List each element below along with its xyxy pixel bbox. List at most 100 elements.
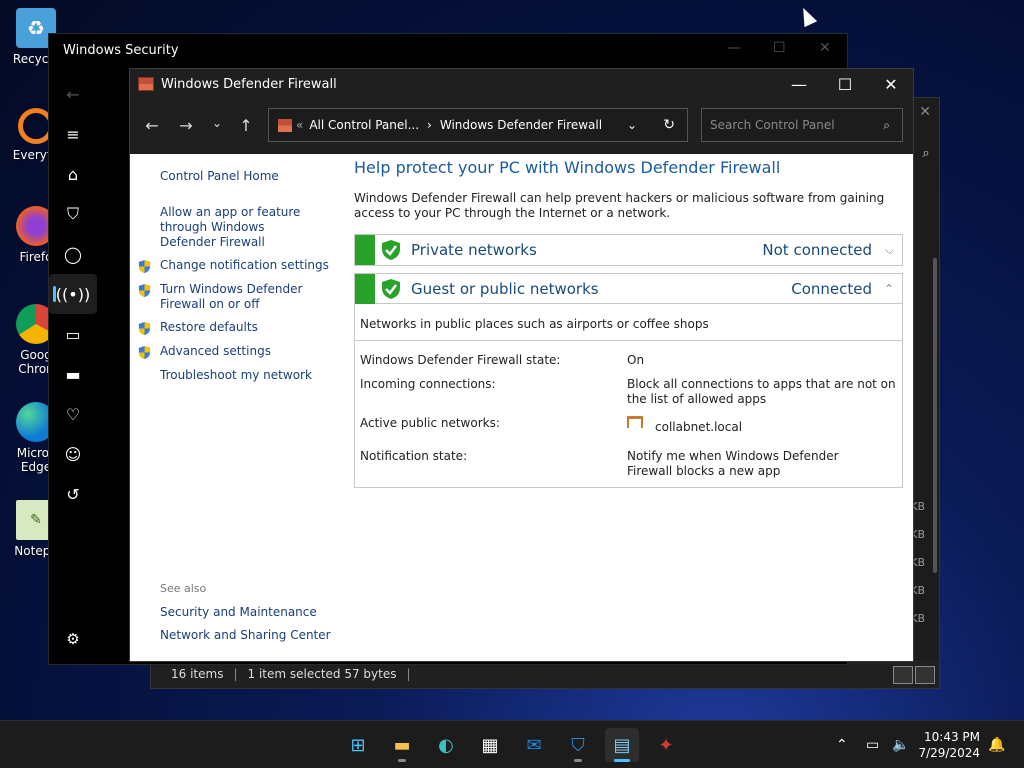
restore-defaults-link[interactable]: Restore defaults [160, 320, 258, 335]
change-notification-link[interactable]: Change notification settings [160, 258, 329, 273]
mouse-cursor-icon [796, 4, 818, 28]
tiles-view-button[interactable] [915, 666, 935, 684]
close-icon[interactable]: ✕ [868, 69, 914, 99]
show-hidden-icons[interactable]: ⌃ [836, 721, 848, 768]
breadcrumb-current[interactable]: Windows Defender Firewall [440, 118, 602, 132]
network-name: Private networks [411, 241, 537, 259]
control-panel-icon[interactable]: ▤ [605, 728, 639, 762]
item-count: 16 items [171, 667, 224, 681]
clock[interactable]: 10:43 PM 7/29/2024 [918, 729, 980, 761]
network-sharing-link[interactable]: Network and Sharing Center [160, 628, 331, 643]
chevron-down-icon[interactable]: ⌵ [885, 243, 894, 258]
recent-locations-icon[interactable]: ⌄ [205, 116, 229, 130]
close-icon[interactable]: ✕ [919, 104, 931, 120]
network-icon[interactable]: ▭ [866, 721, 879, 768]
address-toolbar: ← → ⌄ ↑ « All Control Panel... › Windows… [130, 99, 913, 154]
volume-muted-icon[interactable]: 🔈 [892, 721, 909, 768]
family-icon[interactable]: ☺ [49, 434, 97, 474]
task-pane: Control Panel Home Allow an app or featu… [130, 154, 345, 661]
start-icon[interactable]: ⊞ [341, 728, 375, 762]
page-title: Help protect your PC with Windows Defend… [354, 158, 781, 177]
device-health-icon[interactable]: ♡ [49, 394, 97, 434]
details-view-button[interactable] [893, 666, 913, 684]
private-networks-panel[interactable]: Private networks Not connected ⌵ [354, 234, 903, 266]
main-pane: Help protect your PC with Windows Defend… [353, 154, 903, 661]
uac-shield-icon [138, 345, 151, 360]
minimize-icon[interactable]: — [727, 40, 741, 56]
public-networks-header[interactable]: Guest or public networks Connected ⌃ [355, 273, 902, 304]
turn-firewall-on-off-link[interactable]: Turn Windows Defender Firewall on or off [160, 282, 310, 312]
control-panel-icon [278, 118, 292, 132]
content-area: Control Panel Home Allow an app or featu… [130, 154, 913, 661]
refresh-icon[interactable]: ↻ [663, 117, 675, 133]
outlook-icon[interactable]: ✉ [517, 728, 551, 762]
search-input[interactable]: Search Control Panel ⌕ [701, 108, 903, 142]
window-title: Windows Defender Firewall [161, 76, 337, 92]
search-icon[interactable]: ⌕ [883, 118, 890, 133]
security-nav: ← ≡ ⌂ ⛉ ◯ ((•)) ▭ ▬ ♡ ☺ ↺ [49, 74, 97, 514]
gear-icon[interactable]: ⚙ [49, 630, 97, 654]
page-description: Windows Defender Firewall can help preve… [354, 191, 885, 220]
forward-icon[interactable]: → [174, 116, 198, 135]
date: 7/29/2024 [918, 746, 980, 760]
time: 10:43 PM [924, 730, 980, 744]
notification-bell-icon[interactable]: 🔔 [988, 721, 1005, 768]
search-icon[interactable]: ⌕ [913, 146, 939, 172]
see-also-label: See also [160, 582, 207, 595]
history-icon[interactable]: ↺ [49, 474, 97, 514]
scrollbar[interactable] [933, 258, 937, 573]
title-bar: Windows Defender Firewall — ☐ ✕ [130, 69, 913, 99]
selection-info: 1 item selected 57 bytes [247, 667, 397, 681]
notification-state-value: Notify me when Windows Defender Firewall… [627, 449, 839, 478]
close-icon[interactable]: ✕ [819, 40, 831, 56]
breadcrumb-separator-icon: › [427, 118, 432, 132]
shield-icon[interactable]: ⛉ [49, 194, 97, 234]
account-icon[interactable]: ◯ [49, 234, 97, 274]
troubleshoot-link[interactable]: Troubleshoot my network [160, 368, 312, 383]
divider [355, 340, 902, 341]
chevron-down-icon[interactable]: ⌄ [627, 118, 637, 132]
home-icon[interactable]: ⌂ [49, 154, 97, 194]
allow-app-link[interactable]: Allow an app or feature through Windows … [160, 205, 320, 250]
control-panel-home-link[interactable]: Control Panel Home [160, 169, 279, 184]
active-network-value: collabnet.local [655, 420, 743, 434]
maximize-icon[interactable]: ☐ [773, 40, 786, 56]
app-browser-icon[interactable]: ▭ [49, 314, 97, 354]
taskbar: ⊞ ▬ ◐ ▦ ✉ ⛉ ▤ ✦ ⌃ ▭ 🔈 10:43 PM 7/29/2024… [0, 720, 1024, 768]
firewall-state-label: Windows Defender Firewall state: [360, 353, 561, 367]
network-bench-icon [627, 416, 643, 428]
uac-shield-icon [138, 259, 151, 274]
menu-icon[interactable]: ≡ [49, 114, 97, 154]
maximize-icon[interactable]: ☐ [822, 69, 868, 99]
device-security-icon[interactable]: ▬ [49, 354, 97, 394]
up-icon[interactable]: ↑ [234, 116, 258, 135]
active-networks-label: Active public networks: [360, 416, 500, 430]
windows-security-icon[interactable]: ⛉ [561, 728, 595, 762]
security-maintenance-link[interactable]: Security and Maintenance [160, 605, 317, 620]
network-state: Connected [791, 279, 872, 298]
status-bar-green [355, 273, 375, 304]
notification-state-label: Notification state: [360, 449, 468, 463]
advanced-settings-link[interactable]: Advanced settings [160, 344, 271, 359]
back-icon[interactable]: ← [49, 74, 97, 114]
minimize-icon[interactable]: — [776, 69, 822, 99]
firewall-network-icon[interactable]: ((•)) [49, 274, 97, 314]
green-shield-check-icon [382, 278, 400, 299]
uac-shield-icon [138, 321, 151, 336]
status-bar-green [355, 235, 375, 265]
chevron-up-icon[interactable]: ⌃ [884, 282, 894, 296]
green-shield-check-icon [382, 240, 400, 260]
store-icon[interactable]: ▦ [473, 728, 507, 762]
incoming-connections-label: Incoming connections: [360, 377, 496, 391]
edge-icon[interactable]: ◐ [429, 728, 463, 762]
back-icon[interactable]: ← [140, 116, 164, 135]
firewall-window: Windows Defender Firewall — ☐ ✕ ← → ⌄ ↑ … [129, 68, 914, 662]
uac-shield-icon [138, 283, 151, 298]
private-networks-header[interactable]: Private networks Not connected ⌵ [355, 235, 902, 265]
file-explorer-icon[interactable]: ▬ [385, 728, 419, 762]
breadcrumb-parent[interactable]: All Control Panel... [309, 118, 419, 132]
network-state: Not connected [762, 241, 872, 259]
app-icon[interactable]: ✦ [649, 728, 683, 762]
address-bar[interactable]: « All Control Panel... › Windows Defende… [268, 108, 688, 142]
network-summary: Networks in public places such as airpor… [360, 317, 709, 331]
